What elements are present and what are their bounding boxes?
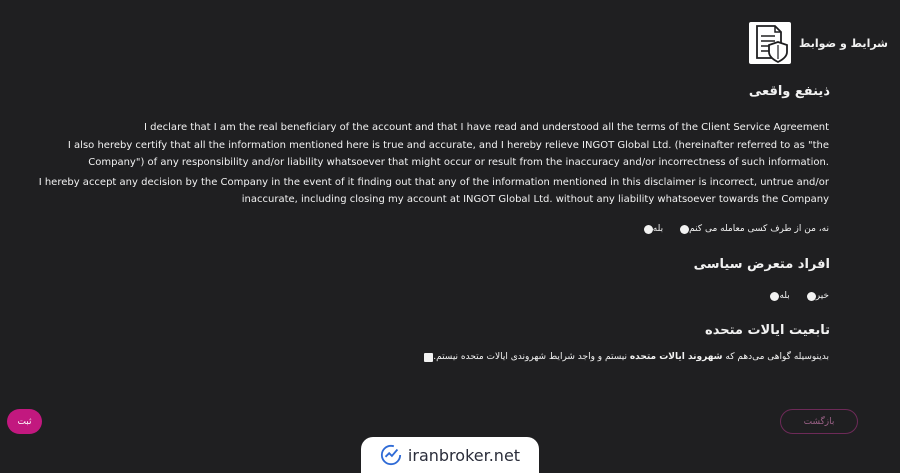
checkbox-label-pre: بدینوسیله گواهی می‌دهم که [725, 352, 829, 362]
radio-button[interactable] [770, 291, 780, 301]
pep-title: افراد متعرض سیاسی [693, 257, 830, 272]
beneficiary-option-no[interactable]: نه، من از طرف کسی معامله می کنم [675, 224, 829, 234]
radio-label: نه، من از طرف کسی معامله می کنم [689, 224, 829, 234]
watermark: iranbroker.net [361, 437, 539, 473]
pep-radio-group: بله خیر [753, 291, 829, 301]
beneficiary-paragraph-2: I also hereby certify that all the infor… [67, 140, 829, 168]
checkbox-label: بدینوسیله گواهی می‌دهم که شهروند ایالات … [433, 352, 829, 362]
pep-option-no[interactable]: خیر [802, 291, 829, 301]
submit-button[interactable]: ثبت [7, 409, 42, 434]
document-shield-icon [748, 22, 791, 64]
beneficiary-paragraph-3: I hereby accept any decision by the Comp… [38, 177, 829, 205]
chart-check-icon [380, 444, 402, 466]
us-citizenship-checkbox-row[interactable]: بدینوسیله گواهی می‌دهم که شهروند ایالات … [419, 352, 829, 362]
beneficiary-paragraph-1: I declare that I am the real beneficiary… [144, 122, 829, 133]
radio-button[interactable] [643, 224, 653, 234]
radio-button[interactable] [680, 224, 690, 234]
us-citizenship-checkbox[interactable] [424, 352, 434, 362]
pep-option-yes[interactable]: بله [765, 291, 790, 301]
radio-label: خیر [815, 291, 829, 301]
beneficiary-title: ذینفع واقعی [748, 84, 830, 99]
beneficiary-radio-group: بله نه، من از طرف کسی معامله می کنم [627, 224, 829, 234]
checkbox-label-bold: شهروند ایالات متحده [629, 352, 723, 362]
watermark-text: iranbroker.net [407, 445, 521, 465]
radio-label: بله [779, 291, 790, 301]
back-button[interactable]: بازگشت [780, 409, 858, 434]
checkbox-label-post: نیستم و واجد شرایط شهروندی ایالات متحده … [433, 352, 627, 362]
page-header: شرایط و ضوابط [739, 20, 888, 66]
page-title: شرایط و ضوابط [798, 36, 888, 50]
radio-label: بله [652, 224, 664, 234]
radio-button[interactable] [806, 291, 816, 301]
us-citizenship-title: تابعیت ایالات متحده [705, 323, 830, 338]
beneficiary-option-yes[interactable]: بله [639, 224, 663, 234]
